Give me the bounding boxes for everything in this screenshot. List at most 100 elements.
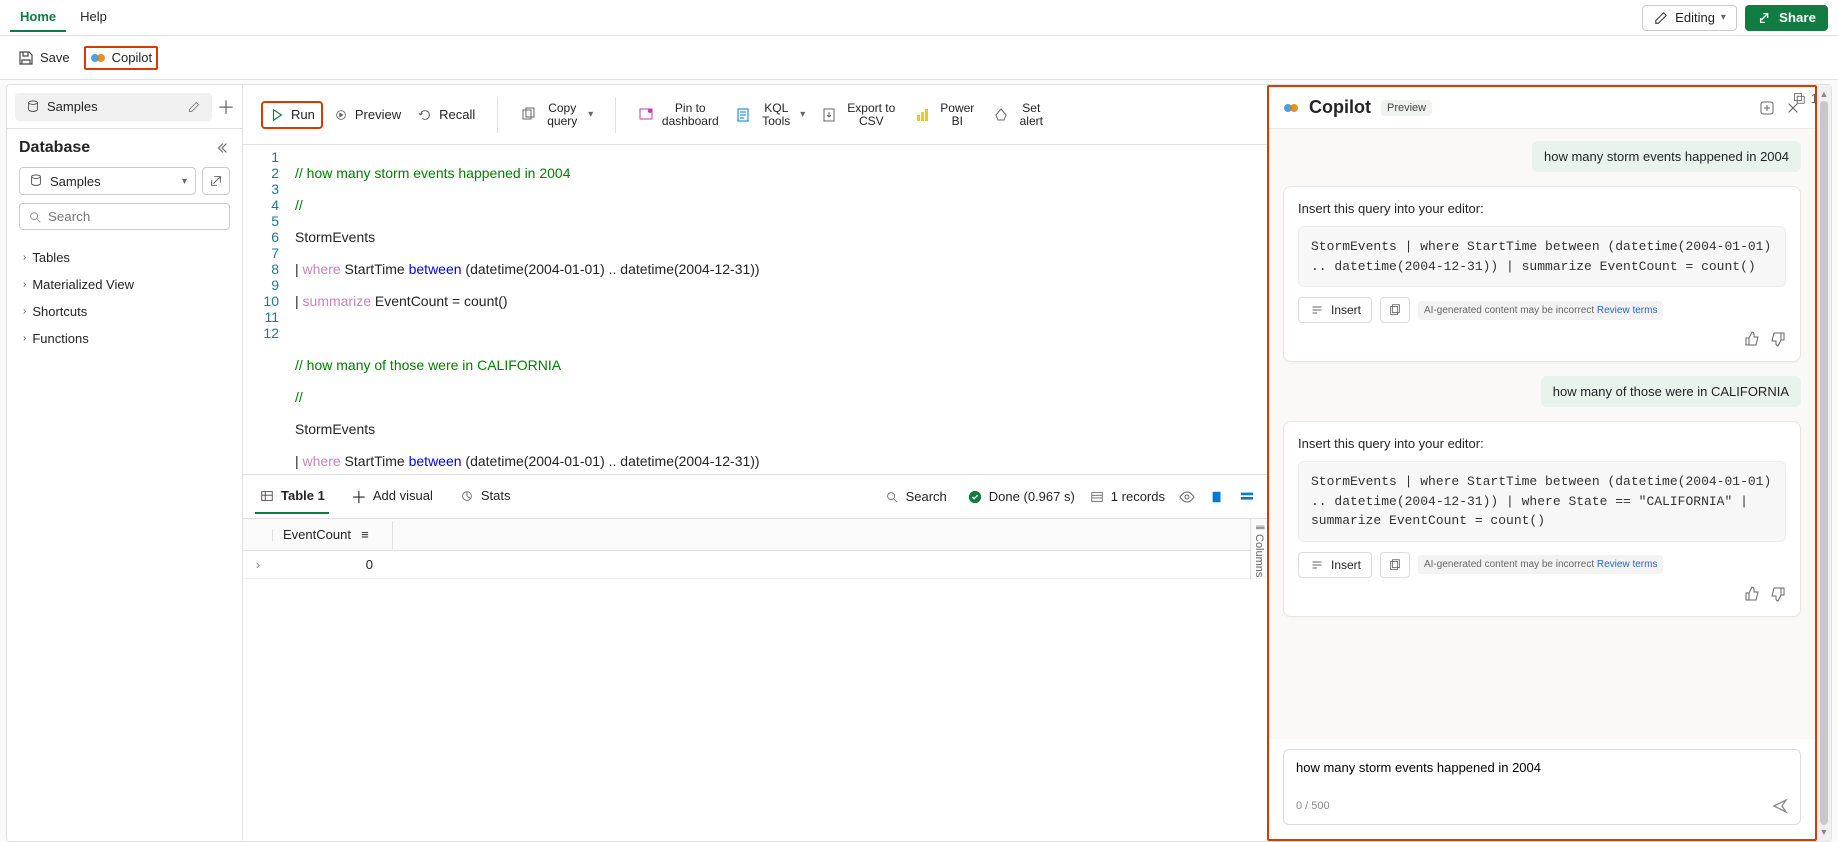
line-gutter: 123456789101112 [243, 145, 287, 474]
editing-label: Editing [1675, 10, 1715, 25]
columns-strip[interactable]: ⦀ Columns [1250, 519, 1267, 579]
search-row [7, 203, 242, 240]
copilot-icon [1283, 100, 1299, 116]
column-header-eventcount[interactable]: EventCount ≡ [273, 521, 393, 549]
preview-badge: Preview [1381, 100, 1432, 116]
menu-help[interactable]: Help [70, 3, 117, 32]
tab-samples[interactable]: Samples [15, 93, 212, 121]
search-label: Search [906, 489, 947, 504]
send-icon[interactable] [1772, 798, 1788, 814]
menu-icon[interactable]: ≡ [357, 527, 373, 543]
copilot-ribbon-button[interactable]: Copilot [84, 46, 158, 70]
layout-icon[interactable] [1239, 489, 1255, 505]
copilot-icon [90, 50, 106, 66]
stats-tab[interactable]: Stats [455, 480, 515, 514]
preview-button[interactable]: Preview [327, 103, 407, 127]
editing-mode-button[interactable]: Editing ▾ [1642, 5, 1737, 31]
clipboard-icon[interactable] [1209, 489, 1225, 505]
expand-row-button[interactable]: › [243, 553, 273, 576]
preview-label: Preview [355, 107, 401, 122]
tree-item-shortcuts[interactable]: ›Shortcuts [19, 298, 230, 325]
pin-icon [638, 107, 654, 123]
results-pane: Table 1 ＋ Add visual Stats Search [243, 475, 1267, 841]
collapse-panel-icon[interactable] [214, 140, 230, 156]
code-editor[interactable]: 123456789101112 // how many storm events… [243, 145, 1267, 475]
thumbs-down-icon[interactable] [1770, 586, 1786, 602]
database-selected-label: Samples [50, 174, 101, 189]
copy-code-button[interactable] [1380, 552, 1410, 578]
save-button[interactable]: Save [10, 46, 78, 70]
pin-dashboard-button[interactable]: Pin to dashboard [632, 98, 726, 132]
pencil-icon [1653, 10, 1669, 26]
power-bi-button[interactable]: Power BI [909, 98, 983, 132]
code-content[interactable]: // how many storm events happened in 200… [287, 145, 1267, 474]
scroll-thumb[interactable] [1820, 101, 1828, 825]
database-header: Database [7, 129, 242, 167]
database-dropdown[interactable]: Samples ▾ [19, 167, 196, 195]
tree-label: Tables [32, 250, 70, 265]
new-chat-icon[interactable] [1759, 100, 1775, 116]
copilot-title: Copilot [1309, 97, 1371, 118]
tree-item-tables[interactable]: ›Tables [19, 244, 230, 271]
save-label: Save [40, 50, 70, 65]
share-icon [1757, 10, 1773, 26]
scroll-down-icon[interactable]: ▼ [1820, 827, 1829, 837]
thumbs-up-icon[interactable] [1744, 586, 1760, 602]
user-message: how many of those were in CALIFORNIA [1541, 376, 1801, 407]
insert-icon [1309, 302, 1325, 318]
results-search-button[interactable]: Search [878, 485, 953, 509]
copy-code-button[interactable] [1380, 297, 1410, 323]
preview-icon [333, 107, 349, 123]
columns-label: Columns [1253, 534, 1265, 577]
database-search-input[interactable] [19, 203, 230, 230]
review-terms-link[interactable]: Review terms [1597, 559, 1658, 570]
status-indicator: Done (0.967 s) [967, 489, 1075, 505]
copilot-label: Copilot [112, 50, 152, 65]
tab-label: Samples [47, 99, 98, 114]
add-tab-button[interactable]: ＋ [218, 99, 234, 115]
copilot-scrollbar[interactable]: ▲ ▼ [1817, 85, 1831, 841]
copilot-input[interactable] [1296, 760, 1788, 780]
chevron-down-icon: ▾ [1721, 12, 1726, 23]
alert-label: Set alert [1015, 102, 1047, 128]
pencil-icon[interactable] [186, 99, 202, 115]
copy-query-button[interactable]: Copy query ▾ [514, 98, 599, 132]
recall-button[interactable]: Recall [411, 103, 481, 127]
share-button[interactable]: Share [1745, 5, 1828, 31]
results-tab-table[interactable]: Table 1 [255, 480, 329, 514]
export-csv-button[interactable]: Export to CSV [815, 98, 905, 132]
tree-item-functions[interactable]: ›Functions [19, 325, 230, 352]
insert-label: Insert [1331, 303, 1361, 317]
database-title: Database [19, 139, 90, 157]
copilot-body: how many storm events happened in 2004 I… [1269, 129, 1815, 739]
query-toolbar: Run Preview Recall Copy query ▾ [243, 85, 1267, 145]
tree-item-matview[interactable]: ›Materialized View [19, 271, 230, 298]
table-row[interactable]: › 0 [243, 551, 1267, 579]
thumbs-down-icon[interactable] [1770, 331, 1786, 347]
add-visual-button[interactable]: ＋ Add visual [347, 476, 437, 518]
chevron-right-icon: › [23, 279, 26, 290]
eye-icon[interactable] [1179, 489, 1195, 505]
stats-label: Stats [481, 488, 511, 503]
add-visual-label: Add visual [373, 488, 433, 503]
main-area: Samples ＋ Database Samples ▾ [6, 84, 1832, 842]
set-alert-button[interactable]: Set alert [987, 98, 1053, 132]
center-panel: Run Preview Recall Copy query ▾ [243, 85, 1267, 841]
insert-button[interactable]: Insert [1298, 297, 1372, 323]
run-button[interactable]: Run [261, 101, 323, 129]
menu-home[interactable]: Home [10, 3, 66, 32]
copy-icon [1387, 557, 1403, 573]
bot-actions: Insert AI-generated content may be incor… [1298, 552, 1786, 578]
ai-disclaimer: AI-generated content may be incorrect Re… [1418, 301, 1663, 320]
review-terms-link[interactable]: Review terms [1597, 305, 1658, 316]
open-external-button[interactable] [202, 167, 230, 195]
bot-actions: Insert AI-generated content may be incor… [1298, 297, 1786, 323]
kql-tools-button[interactable]: KQL Tools ▾ [730, 98, 811, 132]
thumbs-up-icon[interactable] [1744, 331, 1760, 347]
insert-button[interactable]: Insert [1298, 552, 1372, 578]
tree-label: Functions [32, 331, 88, 346]
copy-icon [1387, 302, 1403, 318]
scroll-up-icon[interactable]: ▲ [1820, 89, 1829, 99]
columns-icon: ⦀ [1253, 525, 1265, 530]
alert-icon [993, 107, 1009, 123]
